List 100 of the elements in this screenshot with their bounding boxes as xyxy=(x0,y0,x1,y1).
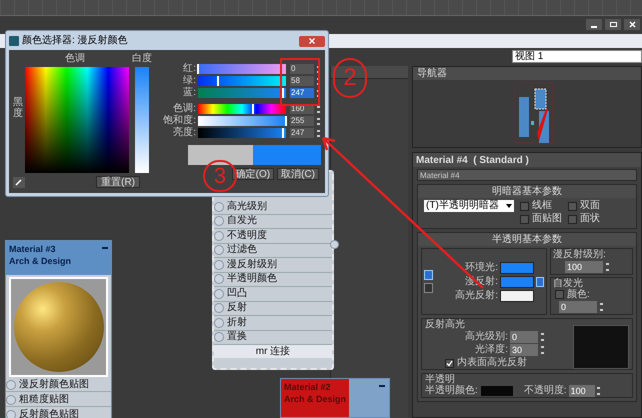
slot-label[interactable]: 粗糙度贴图 xyxy=(19,394,69,406)
slider-marker[interactable] xyxy=(197,64,199,74)
color-swatch[interactable] xyxy=(480,385,514,397)
slot-label[interactable]: 凹凸 xyxy=(227,288,247,300)
checkbox[interactable] xyxy=(568,214,577,224)
node-title: Material #2 xyxy=(284,381,332,393)
color-label: 环境光: xyxy=(465,262,498,274)
eyedropper-icon[interactable] xyxy=(13,176,25,188)
slider-marker[interactable] xyxy=(282,128,284,138)
slider-marker[interactable] xyxy=(285,116,287,126)
slot-socket[interactable] xyxy=(214,202,224,212)
node-subtitle: Arch & Design xyxy=(284,393,346,405)
material-name-field[interactable]: Material #4 xyxy=(417,169,637,181)
spinner-icon[interactable] xyxy=(539,331,545,343)
slot-label[interactable]: 不透明度 xyxy=(227,230,267,242)
slot-socket[interactable] xyxy=(214,288,224,299)
check-icon xyxy=(446,360,453,366)
group-label: 半透明 xyxy=(425,374,455,385)
view-dropdown[interactable]: 视图 1 xyxy=(512,50,642,63)
material-node[interactable]: Material #3 Arch & Design 漫反射颜色贴图 粗糙度贴图 反射颜色贴图 xyxy=(5,240,112,418)
spinner-icon[interactable] xyxy=(316,116,320,126)
node-overview-drawing xyxy=(515,83,555,145)
number-field[interactable]: 0 xyxy=(559,301,597,313)
channel-value-field[interactable]: 255 xyxy=(290,116,314,126)
whiteness-bar[interactable] xyxy=(135,67,149,173)
channel-value-field[interactable]: 247 xyxy=(290,128,314,138)
slot-label[interactable]: 高光级别 xyxy=(227,200,267,213)
channel-slider-track[interactable] xyxy=(198,88,286,98)
reset-button[interactable]: 重置(R) xyxy=(96,176,140,188)
slot-label[interactable]: 半透明颜色 xyxy=(227,273,277,286)
map-icon[interactable] xyxy=(536,276,544,286)
channel-label: 亮度: xyxy=(172,127,196,139)
lock-icon[interactable] xyxy=(424,270,433,280)
slot-socket[interactable] xyxy=(214,216,224,226)
spinner-icon[interactable] xyxy=(604,261,610,273)
channel-value-field[interactable]: 247 xyxy=(290,88,314,98)
slot-label[interactable]: 反射颜色贴图 xyxy=(19,408,79,418)
checkbox[interactable] xyxy=(555,290,564,299)
slot-label[interactable]: 反射 xyxy=(227,302,247,314)
color-swatch[interactable] xyxy=(500,276,534,288)
channel-label: 绿: xyxy=(182,75,196,86)
slot-socket[interactable] xyxy=(214,332,224,342)
minimize-icon[interactable] xyxy=(586,19,602,30)
slot-socket[interactable] xyxy=(214,274,224,284)
slider-marker[interactable] xyxy=(217,76,220,86)
annotation-box xyxy=(280,58,320,106)
slot-socket[interactable] xyxy=(214,303,224,314)
dialog-title: 颜色选择器: 漫反射颜色 xyxy=(22,35,128,47)
color-swatch[interactable] xyxy=(500,262,534,274)
channel-label: 蓝: xyxy=(182,87,196,99)
hue-gradient-square[interactable] xyxy=(25,67,129,173)
spinner-icon[interactable] xyxy=(316,104,320,114)
slot-label[interactable]: 置换 xyxy=(227,331,247,344)
number-field[interactable]: 100 xyxy=(565,261,603,273)
number-field[interactable]: 100 xyxy=(568,385,595,397)
close-icon[interactable] xyxy=(624,19,640,30)
channel-slider-track[interactable] xyxy=(198,64,286,74)
checkbox[interactable] xyxy=(520,214,529,224)
original-color-swatch xyxy=(188,145,253,165)
channel-value-field[interactable]: 58 xyxy=(290,76,314,86)
checkbox-label: 双面 xyxy=(580,200,600,212)
blackness-label: 黑度 xyxy=(13,97,23,119)
field-label: 半透明颜色: xyxy=(425,385,478,397)
slot-socket[interactable] xyxy=(214,260,224,270)
spinner-icon[interactable] xyxy=(598,301,604,313)
checkbox-label: 面状 xyxy=(580,213,600,225)
maximize-icon[interactable] xyxy=(605,19,621,30)
slot-label[interactable]: 漫反射颜色贴图 xyxy=(19,378,89,390)
node-title: Material #3 xyxy=(9,243,57,255)
slot-label[interactable]: 漫反射级别 xyxy=(227,258,277,271)
slider-marker[interactable] xyxy=(282,88,284,98)
checkbox[interactable] xyxy=(445,358,454,368)
slider-marker[interactable] xyxy=(252,104,254,114)
number-field[interactable]: 30 xyxy=(510,344,538,356)
group-label: 自发光 xyxy=(553,278,584,289)
close-button[interactable] xyxy=(299,36,325,46)
slot-socket[interactable] xyxy=(214,318,224,328)
channel-slider-track[interactable] xyxy=(198,116,286,126)
field-label: 不透明度: xyxy=(524,385,567,397)
slot-socket[interactable] xyxy=(214,245,224,256)
shader-dropdown[interactable]: (T)半透明明暗器 xyxy=(424,200,514,212)
number-field[interactable]: 0 xyxy=(510,331,538,343)
highlight-curve-preview xyxy=(573,325,629,369)
whiteness-label: 白度 xyxy=(132,53,152,65)
channel-slider-track[interactable] xyxy=(198,128,286,138)
spinner-icon[interactable] xyxy=(316,128,320,138)
channel-slider-track[interactable] xyxy=(198,76,286,86)
slot-label[interactable]: 过滤色 xyxy=(227,244,257,256)
color-swatch[interactable] xyxy=(500,290,534,302)
slot-label[interactable]: 折射 xyxy=(227,316,247,329)
channel-value-field[interactable]: 0 xyxy=(290,64,314,74)
slot-socket[interactable] xyxy=(214,230,224,241)
checkbox[interactable] xyxy=(568,202,577,210)
spinner-icon[interactable] xyxy=(539,344,545,356)
cancel-button[interactable]: 取消(C) xyxy=(277,168,319,180)
link-icon[interactable] xyxy=(424,283,433,293)
checkbox[interactable] xyxy=(520,202,529,210)
node-subtitle: Arch & Design xyxy=(9,255,72,267)
channel-slider-track[interactable] xyxy=(198,104,286,114)
slot-label[interactable]: 自发光 xyxy=(227,215,257,228)
